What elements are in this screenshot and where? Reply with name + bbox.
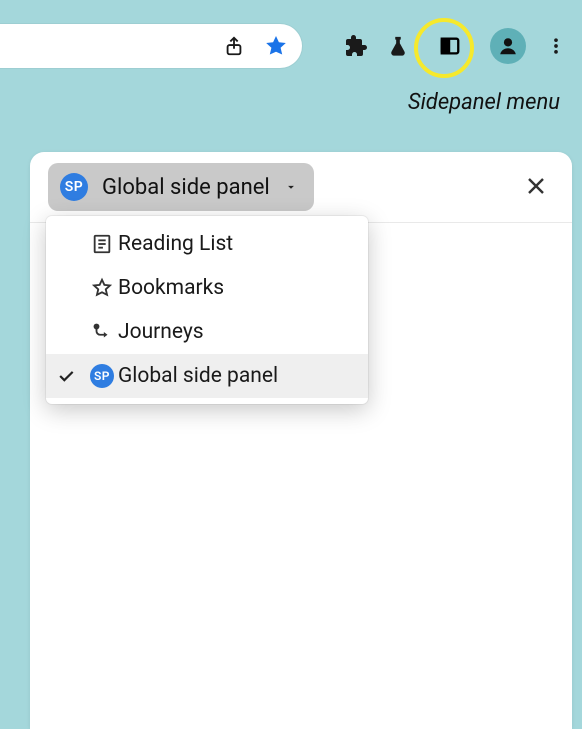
side-panel-selector[interactable]: SP Global side panel <box>48 163 314 211</box>
side-panel-button[interactable] <box>428 24 472 68</box>
dropdown-item-global-side-panel[interactable]: SP Global side panel <box>46 354 368 398</box>
side-panel-dropdown: Reading List Bookmarks Journeys SP <box>46 216 368 404</box>
chevron-down-icon <box>284 180 298 194</box>
reading-list-icon <box>86 233 118 255</box>
dropdown-item-journeys[interactable]: Journeys <box>46 310 368 354</box>
omnibox[interactable] <box>0 24 302 68</box>
toolbar-right-cluster <box>344 24 568 68</box>
side-panel-selector-label: Global side panel <box>102 175 270 200</box>
labs-icon[interactable] <box>386 34 410 58</box>
dropdown-item-bookmarks[interactable]: Bookmarks <box>46 266 368 310</box>
dropdown-item-label: Global side panel <box>118 364 350 388</box>
journeys-icon <box>86 321 118 343</box>
share-icon[interactable] <box>222 34 246 58</box>
star-outline-icon <box>86 277 118 299</box>
tutorial-annotation-label: Sidepanel menu <box>408 90 560 115</box>
extensions-icon[interactable] <box>344 34 368 58</box>
bookmark-star-icon[interactable] <box>264 34 288 58</box>
dropdown-item-label: Journeys <box>118 320 350 344</box>
sp-badge-icon: SP <box>86 364 118 388</box>
dropdown-item-reading-list[interactable]: Reading List <box>46 222 368 266</box>
dropdown-item-label: Bookmarks <box>118 276 350 300</box>
kebab-menu-icon[interactable] <box>544 34 568 58</box>
profile-avatar-button[interactable] <box>490 28 526 64</box>
check-icon <box>46 366 86 386</box>
sp-badge-icon: SP <box>60 173 88 201</box>
dropdown-item-label: Reading List <box>118 232 350 256</box>
close-button[interactable] <box>524 174 550 200</box>
side-panel-header: SP Global side panel <box>30 152 572 223</box>
